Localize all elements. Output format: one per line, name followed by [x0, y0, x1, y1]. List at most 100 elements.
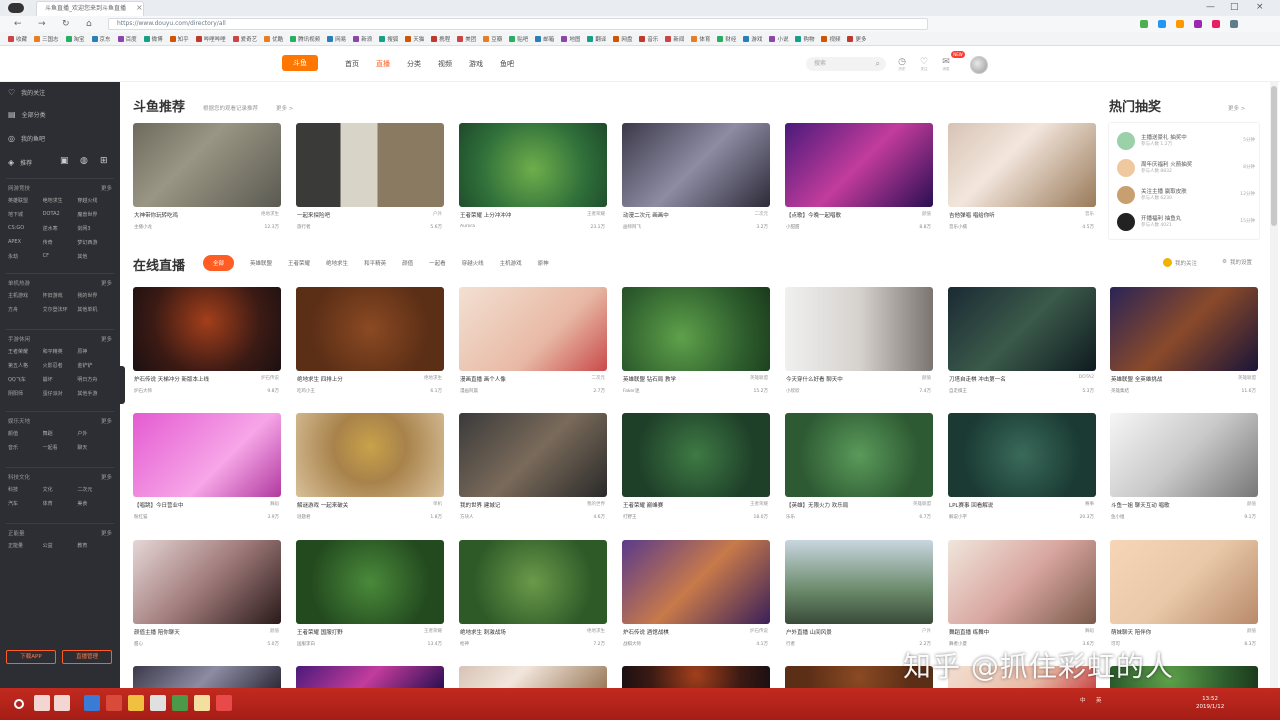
bookmark-item[interactable]: 小说 [769, 35, 788, 43]
stream-thumbnail[interactable] [296, 413, 444, 497]
sidebar-category-link[interactable]: 艾尔登法环 [43, 306, 78, 313]
sidebar-category-link[interactable]: 地下城 [8, 211, 43, 218]
stream-thumbnail[interactable] [948, 123, 1096, 207]
filter-tag-9[interactable]: 原神 [538, 259, 549, 267]
stream-title[interactable]: 户外直播 山间风景 [786, 628, 898, 636]
streamer-name[interactable]: 打野王 [623, 514, 723, 520]
sidebar-category-link[interactable]: 怀旧游戏 [43, 292, 78, 299]
scrollbar-thumb[interactable] [1271, 86, 1277, 226]
filter-tag-7[interactable]: 穿越火线 [462, 259, 484, 267]
streamer-name[interactable]: 主播小龙 [134, 224, 234, 230]
sidebar-category-link[interactable]: 其他单机 [77, 306, 112, 313]
stream-title[interactable]: 解谜游戏 一起来破关 [297, 501, 409, 509]
stream-title[interactable]: 英雄联盟 钻石局 教学 [623, 375, 735, 383]
filter-tag-2[interactable]: 王者荣耀 [288, 259, 310, 267]
window-minimize-icon[interactable]: — [1206, 2, 1215, 12]
filter-tag-5[interactable]: 颜值 [402, 259, 413, 267]
stream-category-tag[interactable]: 音乐 [1085, 211, 1094, 217]
search-icon[interactable]: ⌕ [876, 57, 880, 71]
stream-card[interactable]: 炉石传说 酒馆战棋 炉石传说 战棋大师 4.1万 [622, 540, 770, 654]
streamer-name[interactable]: 小欣欣 [786, 388, 886, 394]
bookmark-item[interactable]: 美团 [457, 35, 476, 43]
sidebar-category-link[interactable]: 永劫 [8, 253, 43, 260]
sidebar-category-link[interactable]: 舞蹈 [43, 430, 78, 437]
stream-thumbnail[interactable] [459, 540, 607, 624]
stream-card[interactable]: 一起来探险吧 户外 旅行者 5.6万 [296, 123, 444, 237]
stream-title[interactable]: 英雄联盟 全英雄挑战 [1111, 375, 1223, 383]
stream-category-tag[interactable]: 颜值 [1247, 501, 1256, 507]
stream-title[interactable]: 刀塔自走棋 冲击第一名 [949, 375, 1061, 383]
stream-thumbnail[interactable] [459, 287, 607, 371]
stream-thumbnail[interactable] [622, 413, 770, 497]
bookmark-item[interactable]: 游戏 [743, 35, 762, 43]
sidebar-category-link[interactable]: 蛋仔派对 [43, 390, 78, 397]
stream-thumbnail[interactable] [622, 287, 770, 371]
extension-icon[interactable] [1140, 20, 1148, 28]
sidebar-category-link[interactable]: 崩坏 [43, 376, 78, 383]
streamer-name[interactable]: 乐乐 [786, 514, 886, 520]
sidebar-category-link[interactable]: 一起看 [43, 444, 78, 451]
bookmark-item[interactable]: 三国志 [34, 35, 59, 43]
filter-tag-6[interactable]: 一起看 [429, 259, 446, 267]
message-icon[interactable]: ✉ 消息 [940, 56, 952, 71]
window-maximize-icon[interactable]: □ [1230, 2, 1239, 12]
stream-thumbnail[interactable] [622, 540, 770, 624]
stream-thumbnail[interactable] [1110, 413, 1258, 497]
stream-category-tag[interactable]: 炉石传说 [261, 375, 279, 381]
start-icon[interactable] [14, 699, 24, 709]
bookmark-item[interactable]: 音乐 [639, 35, 658, 43]
sidebar-category-link[interactable]: 美食 [77, 500, 112, 507]
streamer-name[interactable]: 甜心 [134, 641, 234, 647]
sidebar-category-link[interactable]: 明日方舟 [77, 376, 112, 383]
bookmark-item[interactable]: 体育 [691, 35, 710, 43]
stream-thumbnail[interactable] [948, 287, 1096, 371]
stream-card[interactable]: 炉石传说 天梯冲分 新版本上线 炉石传说 炉石大师 9.8万 [133, 287, 281, 401]
stream-card[interactable]: 【点歌】今晚一起唱歌 颜值 小甜甜 8.8万 [785, 123, 933, 237]
bookmark-item[interactable]: 新浪 [353, 35, 372, 43]
stream-card[interactable]: 斗鱼一姐 聊天互动 唱歌 颜值 鱼小姐 9.1万 [1110, 413, 1258, 527]
stream-title[interactable]: 绝地求生 四排上分 [297, 375, 409, 383]
streamer-name[interactable]: 吃鸡小王 [297, 388, 397, 394]
sidebar-section-more[interactable]: 更多 [101, 473, 112, 481]
streamer-name[interactable]: Faker迷 [623, 388, 723, 394]
stream-category-tag[interactable]: 颜值 [1247, 628, 1256, 634]
stream-category-tag[interactable]: 英雄联盟 [750, 375, 768, 381]
menu-icon[interactable] [1230, 20, 1238, 28]
bookmark-item[interactable]: 搜狐 [379, 35, 398, 43]
sidebar-category-link[interactable]: 颜值 [8, 430, 43, 437]
settings-link[interactable]: ⚙ 我的设置 [1222, 258, 1252, 266]
hot-lottery-item[interactable]: 关注主播 赢取皮肤 参与人数 6230 12分钟 [1117, 185, 1257, 207]
stream-category-tag[interactable]: 户外 [922, 628, 931, 634]
stream-title[interactable]: 王者荣耀 上分冲冲冲 [460, 211, 572, 219]
stream-thumbnail[interactable] [296, 123, 444, 207]
sidebar-extra-icon[interactable]: ◍ [80, 156, 88, 166]
sidebar-category-link[interactable]: 聊天 [77, 444, 112, 451]
sidebar-category-link[interactable]: 王者荣耀 [8, 348, 43, 355]
streamer-name[interactable]: 自走棋王 [949, 388, 1049, 394]
bookmark-item[interactable]: 爱奇艺 [232, 35, 257, 43]
stream-category-tag[interactable]: 王者荣耀 [750, 501, 768, 507]
stream-title[interactable]: 舞蹈直播 练舞中 [949, 628, 1061, 636]
hot-lottery-item[interactable]: 周年庆福利 火箭抽奖 参与人数 8832 8分钟 [1117, 158, 1257, 180]
stream-card[interactable]: 漫画直播 画个人像 二次元 漫画阿晨 2.7万 [459, 287, 607, 401]
stream-category-tag[interactable]: 户外 [433, 211, 442, 217]
live-manage-button[interactable]: 直播管理 [62, 650, 112, 664]
filter-tag-1[interactable]: 英雄联盟 [250, 259, 272, 267]
home-icon[interactable]: ⌂ [86, 19, 92, 29]
url-field[interactable]: https://www.douyu.com/directory/all [108, 18, 928, 30]
stream-card[interactable]: 刀塔自走棋 冲击第一名 DOTA2 自走棋王 5.3万 [948, 287, 1096, 401]
nav-item-2[interactable]: 分类 [407, 59, 421, 69]
stream-thumbnail[interactable] [459, 123, 607, 207]
sidebar-top-item[interactable]: ▤ 全部分类 [8, 110, 46, 119]
filter-tag-3[interactable]: 绝地求生 [326, 259, 348, 267]
nav-item-1[interactable]: 直播 [376, 59, 390, 69]
app-icon[interactable] [216, 695, 232, 711]
sidebar-category-link[interactable]: 教育 [77, 542, 112, 549]
stream-card[interactable]: 舞蹈直播 练舞中 舞蹈 舞者小夏 3.6万 [948, 540, 1096, 654]
stream-card[interactable]: 颜值主播 陪你聊天 颜值 甜心 5.0万 [133, 540, 281, 654]
bookmark-item[interactable]: 地图 [561, 35, 580, 43]
stream-thumbnail[interactable] [785, 540, 933, 624]
stream-title[interactable]: 【点歌】今晚一起唱歌 [786, 211, 898, 219]
stream-card[interactable]: 英雄联盟 全英雄挑战 英雄联盟 英雄集结 11.6万 [1110, 287, 1258, 401]
stream-thumbnail[interactable] [459, 413, 607, 497]
